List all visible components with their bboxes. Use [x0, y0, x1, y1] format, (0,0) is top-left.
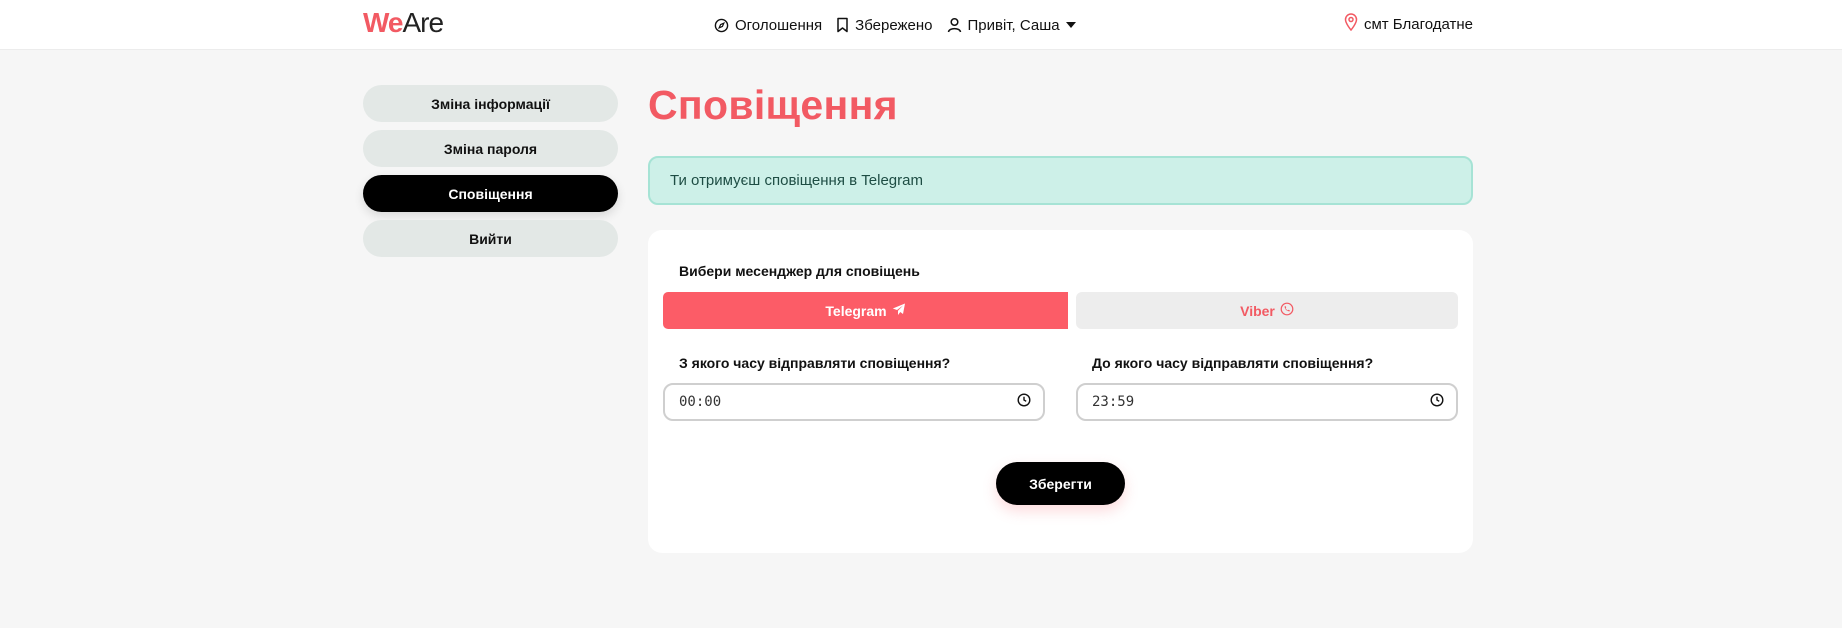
bookmark-icon	[836, 17, 849, 33]
sidebar-item-change-password[interactable]: Зміна пароля	[363, 130, 618, 167]
nav-user-menu[interactable]: Привіт, Саша	[947, 17, 1076, 34]
paper-plane-icon	[892, 303, 906, 319]
location-selector[interactable]: смт Благодатне	[1344, 13, 1473, 35]
telegram-status-alert: Ти отримуєш сповіщення в Telegram	[648, 156, 1473, 205]
time-to-value: 23:59	[1092, 394, 1135, 410]
map-pin-icon	[1344, 13, 1358, 35]
sidebar-item-edit-info[interactable]: Зміна інформації	[363, 85, 618, 122]
time-to-input[interactable]: 23:59	[1076, 383, 1458, 421]
telegram-option-label: Telegram	[825, 302, 887, 319]
top-header: WeAre Оголошення Збережено Привіт, Саша	[0, 0, 1842, 50]
caret-down-icon	[1065, 22, 1076, 28]
notification-settings-card: Вибери месенджер для сповіщень Telegram …	[648, 230, 1473, 553]
viber-option-label: Viber	[1240, 302, 1275, 319]
page-title: Сповіщення	[648, 82, 898, 128]
alert-text: Ти отримуєш сповіщення в Telegram	[670, 172, 923, 189]
sidebar-item-logout[interactable]: Вийти	[363, 220, 618, 257]
user-icon	[947, 17, 962, 33]
time-from-label: З якого часу відправляти сповіщення?	[679, 355, 951, 371]
clock-icon[interactable]	[1017, 393, 1031, 411]
viber-option[interactable]: Viber	[1076, 292, 1458, 329]
viber-icon	[1280, 302, 1294, 319]
weare-logo[interactable]: WeAre	[363, 7, 445, 38]
sidebar-item-notifications[interactable]: Сповіщення	[363, 175, 618, 212]
nav-ads-label: Оголошення	[735, 16, 823, 34]
nav-ads[interactable]: Оголошення	[714, 17, 822, 34]
clock-icon[interactable]	[1430, 393, 1444, 411]
location-label: смт Благодатне	[1363, 15, 1473, 33]
compass-icon	[714, 18, 729, 33]
save-button[interactable]: Зберегти	[996, 462, 1125, 505]
time-from-value: 00:00	[679, 394, 722, 410]
messenger-label: Вибери месенджер для сповіщень	[679, 263, 920, 279]
logo-we: We	[363, 7, 403, 38]
logo-are: Are	[402, 7, 445, 38]
nav-saved-label: Збережено	[855, 16, 933, 34]
main-nav: Оголошення Збережено Привіт, Саша	[714, 14, 1076, 36]
settings-sidebar: Зміна інформації Зміна пароля Сповіщення…	[363, 85, 618, 265]
nav-user-label: Привіт, Саша	[967, 16, 1060, 34]
time-from-input[interactable]: 00:00	[663, 383, 1045, 421]
telegram-option[interactable]: Telegram	[663, 292, 1068, 329]
time-to-label: До якого часу відправляти сповіщення?	[1092, 355, 1374, 371]
nav-saved[interactable]: Збережено	[836, 16, 933, 34]
